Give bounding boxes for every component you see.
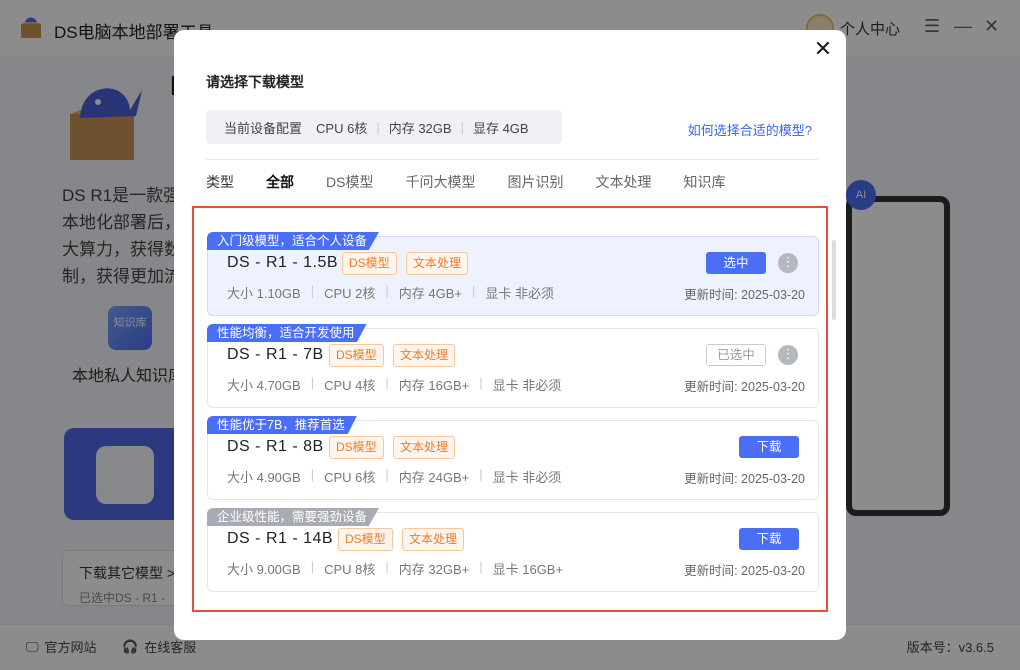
spec-cpu: CPU 2核 (324, 286, 376, 301)
config-label: 当前设备配置 (224, 120, 303, 136)
spec-size: 大小 1.10GB (227, 286, 301, 301)
select-button[interactable]: 选中 (706, 252, 766, 274)
updated-time: 更新时间: 2025-03-20 (684, 380, 805, 394)
tab-knowledge-base[interactable]: 知识库 (683, 172, 725, 192)
model-ribbon: 入门级模型，适合个人设备 (207, 232, 380, 250)
model-ribbon: 性能优于7B，推荐首选 (207, 416, 357, 434)
tag-text-processing: 文本处理 (406, 252, 469, 275)
spec-size: 大小 9.00GB (227, 562, 301, 577)
model-specs: 大小 9.00GB | CPU 8核 | 内存 32GB+ | 显卡 16GB+ (227, 559, 564, 577)
config-gpu: 显存 4GB (472, 120, 529, 136)
download-button[interactable]: 下载 (739, 528, 799, 550)
model-list: 入门级模型，适合个人设备 DS - R1 - 1.5B DS模型 文本处理 大小… (192, 206, 828, 612)
close-icon[interactable]: ✕ (812, 38, 834, 60)
spec-memory: 内存 32GB+ (398, 562, 470, 577)
divider (206, 159, 818, 160)
spec-cpu: CPU 6核 (324, 470, 376, 485)
model-specs: 大小 4.70GB | CPU 4核 | 内存 16GB+ | 显卡 非必须 (227, 375, 562, 393)
spec-gpu: 显卡 非必须 (492, 470, 562, 485)
tag-ds-model: DS模型 (329, 436, 384, 459)
more-options-icon[interactable]: ⋮ (778, 253, 798, 273)
model-ribbon: 性能均衡，适合开发使用 (207, 324, 367, 342)
model-name: DS - R1 - 14B (227, 530, 334, 547)
divider: | (376, 119, 380, 135)
model-card-8b[interactable]: 性能优于7B，推荐首选 DS - R1 - 8B DS模型 文本处理 大小 4.… (207, 416, 819, 500)
spec-memory: 内存 24GB+ (398, 470, 470, 485)
tag-text-processing: 文本处理 (402, 528, 465, 551)
tag-text-processing: 文本处理 (393, 436, 456, 459)
model-name: DS - R1 - 7B (227, 346, 324, 363)
model-ribbon: 企业级性能，需要强劲设备 (207, 508, 380, 526)
spec-gpu: 显卡 非必须 (492, 378, 562, 393)
tag-text-processing: 文本处理 (393, 344, 456, 367)
spec-gpu: 显卡 16GB+ (492, 562, 564, 577)
spec-size: 大小 4.90GB (227, 470, 301, 485)
dialog-title: 请选择下载模型 (206, 74, 304, 90)
tab-all[interactable]: 全部 (266, 172, 294, 192)
model-specs: 大小 1.10GB | CPU 2核 | 内存 4GB+ | 显卡 非必须 (227, 283, 555, 301)
updated-time: 更新时间: 2025-03-20 (684, 288, 805, 302)
spec-size: 大小 4.70GB (227, 378, 301, 393)
tab-image-recognition[interactable]: 图片识别 (507, 172, 563, 192)
model-name: DS - R1 - 1.5B (227, 254, 339, 271)
download-button[interactable]: 下载 (739, 436, 799, 458)
tab-text-processing[interactable]: 文本处理 (595, 172, 651, 192)
category-tabs: 类型 全部 DS模型 千问大模型 图片识别 文本处理 知识库 (206, 172, 757, 192)
tabs-type-label: 类型 (206, 174, 234, 190)
tag-ds-model: DS模型 (338, 528, 393, 551)
config-memory: 内存 32GB (388, 120, 452, 136)
spec-memory: 内存 16GB+ (398, 378, 470, 393)
model-card-1.5b[interactable]: 入门级模型，适合个人设备 DS - R1 - 1.5B DS模型 文本处理 大小… (207, 232, 819, 316)
config-cpu: CPU 6核 (316, 120, 368, 136)
updated-time: 更新时间: 2025-03-20 (684, 472, 805, 486)
spec-memory: 内存 4GB+ (398, 286, 462, 301)
spec-cpu: CPU 4核 (324, 378, 376, 393)
model-name: DS - R1 - 8B (227, 438, 324, 455)
how-to-choose-link[interactable]: 如何选择合适的模型? (688, 120, 812, 139)
spec-cpu: CPU 8核 (324, 562, 376, 577)
device-config: 当前设备配置 CPU 6核 | 内存 32GB | 显存 4GB (206, 110, 562, 144)
more-options-icon[interactable]: ⋮ (778, 345, 798, 365)
model-specs: 大小 4.90GB | CPU 6核 | 内存 24GB+ | 显卡 非必须 (227, 467, 562, 485)
tag-ds-model: DS模型 (342, 252, 397, 275)
list-scrollbar[interactable] (832, 240, 836, 320)
model-card-14b[interactable]: 企业级性能，需要强劲设备 DS - R1 - 14B DS模型 文本处理 大小 … (207, 508, 819, 592)
tab-ds-model[interactable]: DS模型 (326, 172, 373, 192)
selected-button[interactable]: 已选中 (706, 344, 766, 366)
divider: | (460, 119, 464, 135)
model-card-7b[interactable]: 性能均衡，适合开发使用 DS - R1 - 7B DS模型 文本处理 大小 4.… (207, 324, 819, 408)
updated-time: 更新时间: 2025-03-20 (684, 564, 805, 578)
model-select-dialog: ✕ 请选择下载模型 当前设备配置 CPU 6核 | 内存 32GB | 显存 4… (174, 30, 846, 640)
tab-qwen-model[interactable]: 千问大模型 (405, 172, 475, 192)
tag-ds-model: DS模型 (329, 344, 384, 367)
spec-gpu: 显卡 非必须 (485, 286, 555, 301)
